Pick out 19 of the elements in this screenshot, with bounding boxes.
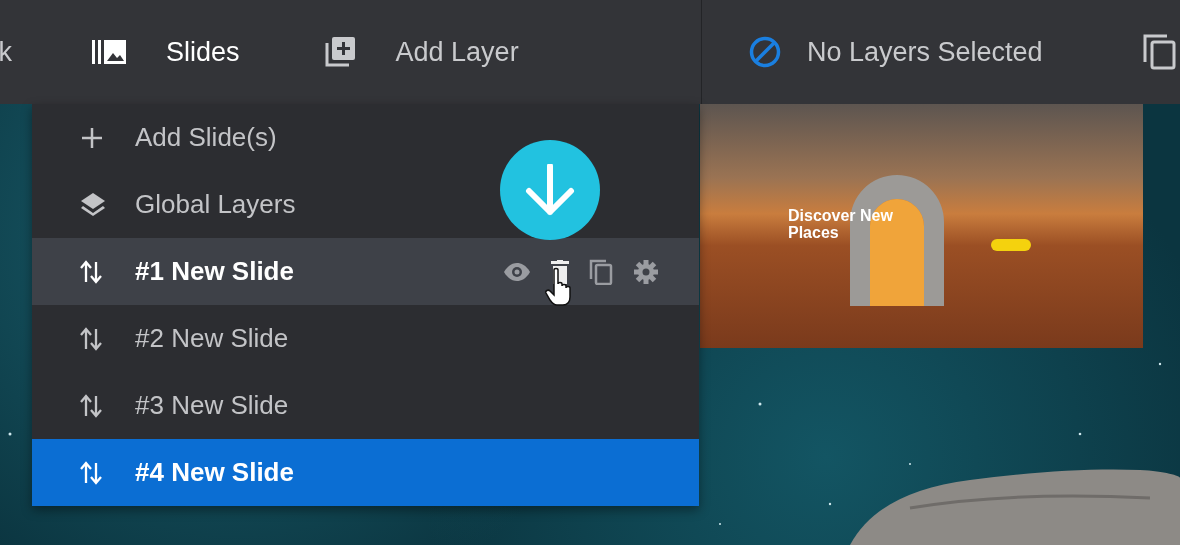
settings-icon[interactable] bbox=[633, 258, 659, 285]
slides-tab[interactable]: Slides bbox=[92, 31, 240, 73]
slide-item[interactable]: #1 New Slide bbox=[32, 238, 699, 305]
copy-icon[interactable] bbox=[589, 258, 613, 285]
toolbar-label: k bbox=[0, 35, 12, 69]
preview-headline: Discover New Places bbox=[788, 208, 894, 242]
add-slides-item[interactable]: Add Slide(s) bbox=[32, 104, 699, 171]
layers-icon bbox=[80, 191, 106, 218]
gallery-icon bbox=[92, 40, 126, 64]
add-layer-icon bbox=[323, 36, 356, 68]
selection-status: No Layers Selected bbox=[807, 35, 1043, 69]
slide-item[interactable]: #3 New Slide bbox=[32, 372, 699, 439]
slide-item[interactable]: #4 New Slide bbox=[32, 439, 699, 506]
slide-item[interactable]: #2 New Slide bbox=[32, 305, 699, 372]
down-arrow-icon bbox=[525, 164, 575, 216]
no-selection-icon bbox=[749, 36, 781, 68]
global-layers-item[interactable]: Global Layers bbox=[32, 171, 699, 238]
eye-icon[interactable] bbox=[503, 262, 531, 281]
add-layer-button[interactable]: Add Layer bbox=[323, 31, 519, 73]
